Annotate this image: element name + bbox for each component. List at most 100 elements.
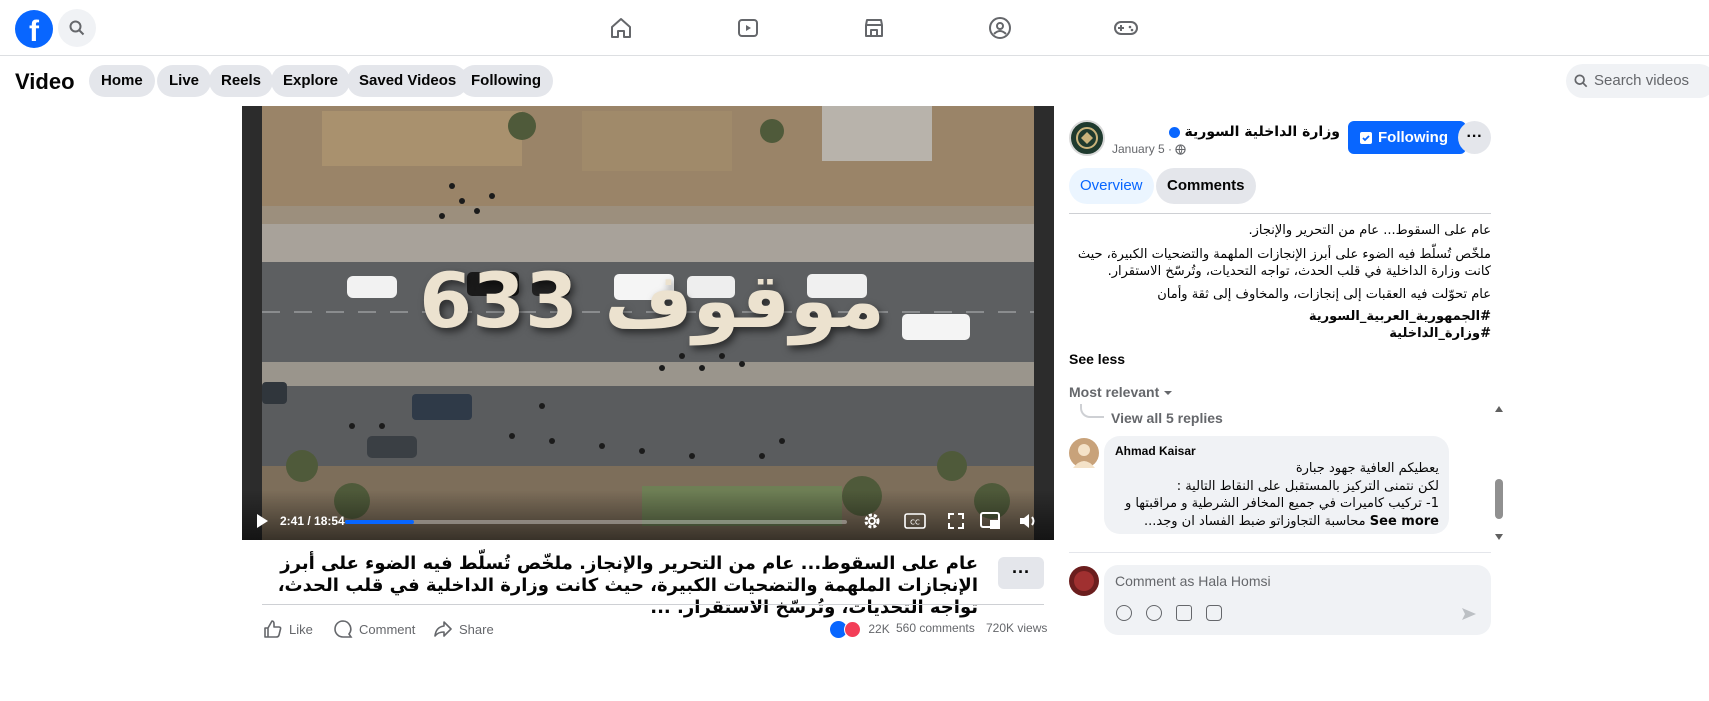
nav-video-button[interactable] (734, 14, 762, 42)
video-progress-fill (345, 520, 415, 524)
comment-see-more[interactable]: See more (1370, 514, 1439, 529)
see-less-link[interactable]: See less (1069, 351, 1125, 367)
scrollbar-thumb[interactable] (1495, 479, 1503, 519)
page-title: Video (15, 69, 75, 94)
groups-icon (989, 17, 1011, 39)
page-options-button[interactable]: ··· (1458, 121, 1491, 154)
user-avatar-icon (1074, 571, 1094, 591)
video-controls-bar (242, 490, 1054, 540)
tab-following[interactable]: Following (459, 65, 553, 97)
comment-text: يعطيكم العافية جهود جبارة لكن نتمنى التر… (1104, 460, 1439, 530)
chevron-down-icon (1164, 391, 1173, 395)
following-check-icon (1360, 132, 1372, 144)
search-icon (1574, 74, 1588, 88)
nav-gaming-button[interactable] (1112, 14, 1140, 42)
tab-saved-videos[interactable]: Saved Videos (347, 65, 469, 97)
reactions-summary[interactable]: 22K (830, 621, 890, 638)
speaker-icon (1020, 514, 1035, 528)
tab-reels[interactable]: Reels (209, 65, 274, 97)
more-dots-icon: ··· (1466, 128, 1483, 145)
top-navigation-bar: f (0, 0, 1709, 56)
send-icon[interactable] (1461, 606, 1477, 622)
facebook-logo[interactable]: f (15, 10, 53, 48)
captions-button[interactable]: CC (904, 512, 926, 533)
avatar-sticker-icon[interactable] (1116, 605, 1132, 621)
composer-divider (1069, 552, 1491, 553)
expand-icon (948, 513, 964, 529)
globe-icon (1175, 144, 1187, 156)
tab-explore[interactable]: Explore (271, 65, 351, 97)
description-line: عام على السقوط... عام من التحرير والإنجا… (1248, 223, 1492, 238)
user-avatar-icon (1073, 444, 1095, 468)
description-line: كانت وزارة الداخلية في قلب الحدث، تواجه … (1107, 264, 1491, 279)
hashtag-link[interactable]: #وزارة_الداخلية (1069, 325, 1491, 342)
page-name[interactable]: وزارة الداخلية السورية (1120, 124, 1340, 140)
fullscreen-button[interactable] (947, 512, 965, 533)
picture-in-picture-icon (980, 512, 1000, 529)
caption-divider (262, 604, 1044, 605)
emoji-icon[interactable] (1146, 605, 1162, 621)
share-label: Share (459, 621, 494, 637)
gif-icon[interactable] (1176, 605, 1192, 621)
sticker-icon[interactable] (1206, 605, 1222, 621)
search-button[interactable] (58, 9, 96, 47)
emblem-icon (1076, 127, 1098, 149)
nav-home-button[interactable] (607, 14, 635, 42)
search-placeholder: Search videos (1594, 72, 1690, 89)
love-reaction-icon (844, 621, 861, 638)
gaming-icon (1114, 21, 1138, 35)
comment-composer[interactable]: Comment as Hala Homsi (1104, 565, 1491, 635)
search-icon (69, 20, 85, 36)
comment-line: لكن نتمنى التركيز بالمستقبل على النقاط ا… (1176, 478, 1439, 494)
video-progress-track[interactable] (345, 520, 847, 524)
post-more-button[interactable]: ··· (998, 557, 1044, 589)
comment-line: 1- تركيب كاميرات في جميع المخافر الشرطية… (1124, 496, 1439, 511)
comment-line: يعطيكم العافية جهود جبارة (1295, 461, 1439, 476)
tab-comments[interactable]: Comments (1156, 168, 1256, 204)
comments-count[interactable]: 560 comments (896, 621, 975, 635)
volume-button[interactable] (1018, 512, 1038, 533)
post-date[interactable]: January 5 · (1112, 142, 1187, 156)
avatar[interactable] (1069, 438, 1099, 468)
comment-sort-dropdown[interactable]: Most relevant (1069, 384, 1173, 400)
comment-label: Comment (359, 621, 416, 637)
video-player[interactable]: 633 موقوف 2:41 / 18:54 CC (242, 106, 1054, 540)
verified-badge-icon (1168, 126, 1180, 138)
comments-scrollbar[interactable] (1494, 405, 1504, 545)
miniplayer-button[interactable] (980, 511, 1002, 534)
reactions-count: 22K (868, 621, 890, 636)
tab-live[interactable]: Live (157, 65, 212, 97)
play-button[interactable] (255, 513, 269, 532)
tab-home[interactable]: Home (89, 65, 155, 97)
gear-icon (864, 513, 880, 529)
play-icon (257, 514, 268, 528)
view-replies-link[interactable]: View all 5 replies (1111, 410, 1223, 426)
comment-input-placeholder[interactable]: Comment as Hala Homsi (1115, 573, 1271, 589)
tab-overview[interactable]: Overview (1069, 168, 1154, 204)
current-user-avatar[interactable] (1069, 566, 1099, 596)
settings-button[interactable] (862, 511, 882, 534)
following-button[interactable]: Following (1348, 121, 1466, 154)
search-videos-input[interactable]: Search videos (1566, 64, 1709, 98)
home-icon (611, 18, 631, 38)
video-time: 2:41 / 18:54 (280, 514, 345, 528)
nav-marketplace-button[interactable] (860, 14, 888, 42)
comment-icon (334, 620, 353, 638)
video-overlay-text: 633 موقوف (419, 256, 885, 345)
views-count: 720K views (986, 621, 1048, 635)
following-label: Following (1378, 129, 1448, 146)
scroll-down-arrow-icon (1495, 534, 1503, 540)
comment-button[interactable]: Comment (333, 619, 415, 639)
page-avatar[interactable] (1069, 120, 1105, 156)
comment-author[interactable]: Ahmad Kaisar (1115, 444, 1196, 458)
reply-connector (1080, 404, 1104, 418)
video-section-header: Video Home Live Reels Explore Saved Vide… (0, 56, 1709, 108)
closed-captions-icon: CC (904, 513, 926, 529)
comment-bubble: Ahmad Kaisar يعطيكم العافية جهود جبارة ل… (1104, 436, 1449, 534)
like-button[interactable]: Like (263, 619, 313, 639)
thumbs-up-icon (264, 620, 282, 638)
share-button[interactable]: Share (433, 619, 494, 639)
hashtag-link[interactable]: #الجمهورية_العربية_السورية (1069, 308, 1491, 325)
nav-groups-button[interactable] (986, 14, 1014, 42)
comment-line: See more محاسبة التجاوزاتو ضبط الفساد ان… (1104, 513, 1439, 531)
